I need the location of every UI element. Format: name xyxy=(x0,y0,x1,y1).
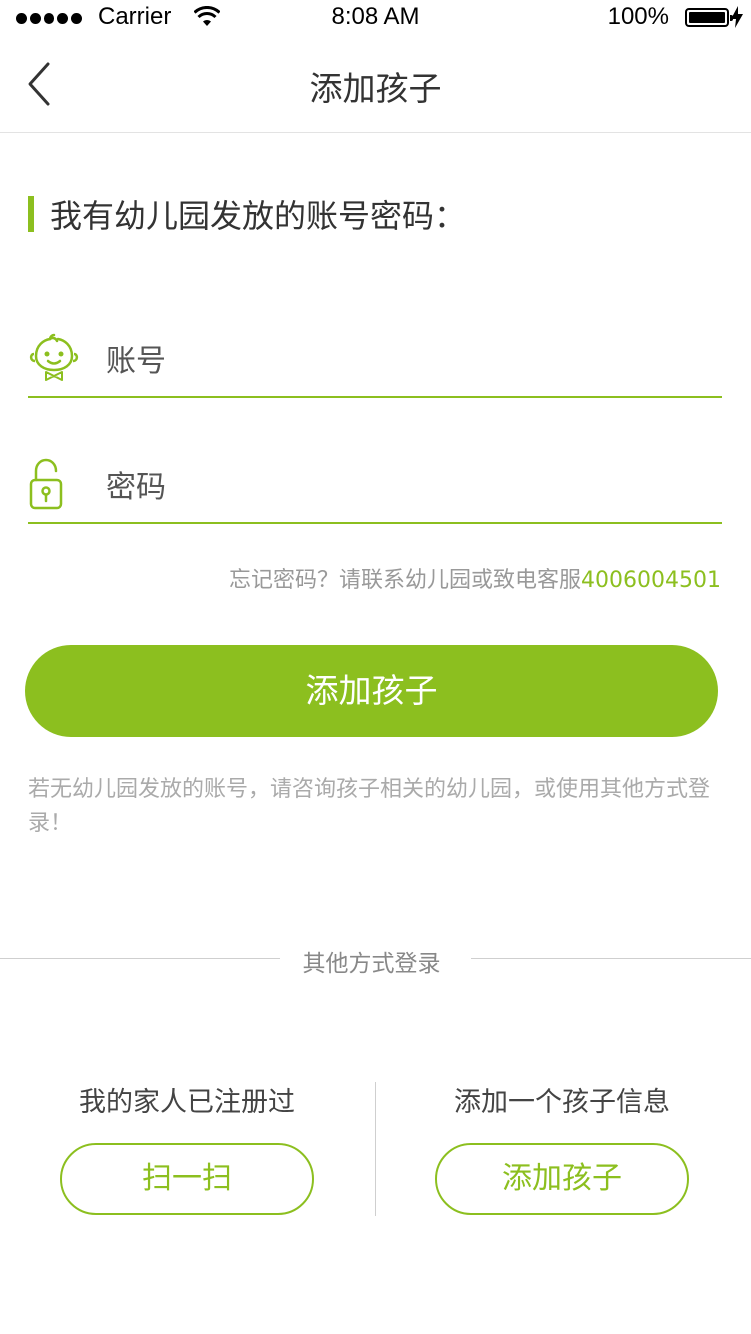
forgot-password-hint: 忘记密码？请联系幼儿园或致电客服4006004501 xyxy=(229,562,721,594)
password-input[interactable] xyxy=(106,462,706,512)
no-account-hint: 若无幼儿园发放的账号，请咨询孩子相关的幼儿园，或使用其他方式登录！ xyxy=(28,777,711,836)
divider-line-right xyxy=(471,958,751,959)
account-field xyxy=(28,326,722,398)
child-face-icon xyxy=(29,333,79,381)
service-phone-link[interactable]: 4006004501 xyxy=(581,568,721,593)
section-title: 我有幼儿园发放的账号密码： xyxy=(50,197,467,235)
add-child-button[interactable]: 添加孩子 xyxy=(25,645,718,737)
page-title: 添加孩子 xyxy=(309,69,442,108)
column-separator xyxy=(375,1082,376,1216)
scan-button[interactable]: 扫一扫 xyxy=(60,1143,314,1215)
charging-bolt-icon xyxy=(731,6,743,28)
account-input[interactable] xyxy=(106,336,706,386)
battery-percent: 100% xyxy=(607,3,669,30)
status-bar: Carrier 8:08 AM 100% xyxy=(0,0,751,36)
other-login-label: 其他方式登录 xyxy=(302,951,441,977)
password-field xyxy=(28,452,722,524)
section-accent-bar xyxy=(28,196,34,232)
lock-icon xyxy=(29,458,63,510)
battery-icon xyxy=(685,8,733,27)
nav-bar: 添加孩子 xyxy=(0,36,751,133)
add-child-secondary-button[interactable]: 添加孩子 xyxy=(435,1143,689,1215)
forgot-password-text: 忘记密码？请联系幼儿园或致电客服 xyxy=(229,568,582,593)
add-child-info-title: 添加一个孩子信息 xyxy=(454,1087,670,1118)
family-registered-title: 我的家人已注册过 xyxy=(79,1087,295,1118)
